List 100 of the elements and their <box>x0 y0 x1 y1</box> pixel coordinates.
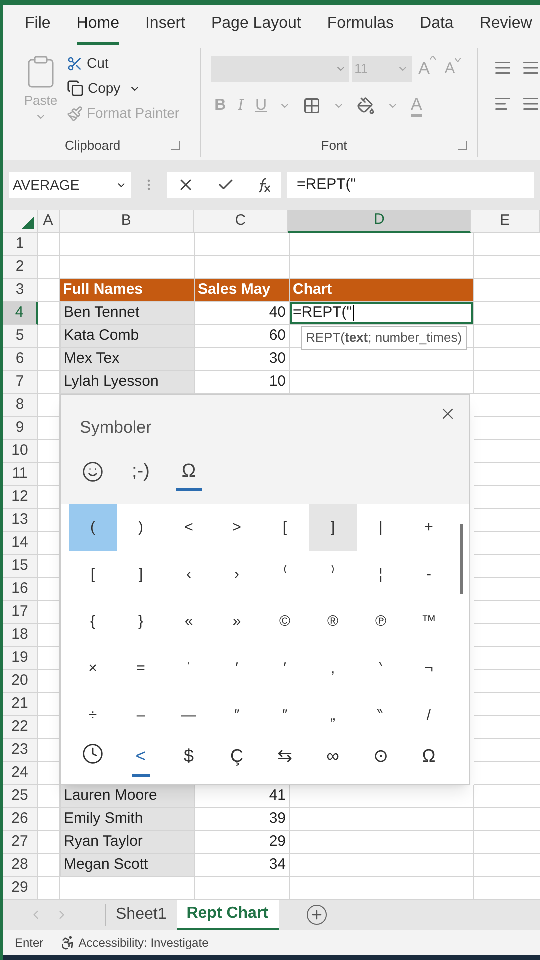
grid-cell[interactable]: Lauren Moore <box>60 785 195 808</box>
symbol-button[interactable]: – <box>117 692 165 740</box>
row-number[interactable]: 16 <box>3 578 38 601</box>
symbol-button[interactable]: › <box>213 551 261 598</box>
grid-cell[interactable]: Mex Tex <box>60 348 195 371</box>
row-number[interactable]: 17 <box>3 601 38 624</box>
column-header[interactable]: C <box>194 210 288 233</box>
grid-cell[interactable] <box>38 233 60 256</box>
add-sheet-button[interactable] <box>306 905 326 925</box>
ribbon-tab[interactable]: Formulas <box>327 12 394 45</box>
grid-cell[interactable]: Lylah Lyesson <box>60 371 195 394</box>
grid-cell[interactable] <box>290 854 474 877</box>
symbol-button[interactable]: × <box>69 645 117 692</box>
symbol-button[interactable]: ‶ <box>357 692 405 740</box>
align-icon[interactable] <box>494 59 512 77</box>
ribbon-tab[interactable]: Insert <box>145 12 186 45</box>
ribbon-tab[interactable]: File <box>25 12 51 45</box>
ribbon-tab[interactable]: Data <box>420 12 454 45</box>
symbol-button[interactable]: ⁾ <box>309 551 357 598</box>
symbol-button[interactable]: ‚ <box>309 645 357 692</box>
sheet-tab[interactable]: Rept Chart <box>176 900 278 930</box>
symbol-button[interactable]: / <box>405 692 453 740</box>
row-number[interactable]: 7 <box>3 371 38 394</box>
align-icon[interactable] <box>522 95 540 113</box>
grid-cell[interactable] <box>290 233 474 256</box>
row-number[interactable]: 19 <box>3 647 38 670</box>
align-icon[interactable] <box>522 59 540 77</box>
grid-cell[interactable]: Ryan Taylor <box>60 831 195 854</box>
grid-cell[interactable]: 39 <box>195 808 290 831</box>
scrollbar[interactable] <box>460 524 463 594</box>
symbol-button[interactable]: ′ <box>261 645 309 692</box>
row-number[interactable]: 3 <box>3 279 38 302</box>
grid-cell[interactable] <box>60 233 195 256</box>
row-number[interactable]: 18 <box>3 624 38 647</box>
row-number[interactable]: 5 <box>3 325 38 348</box>
row-number[interactable]: 22 <box>3 716 38 739</box>
category-tab[interactable]: $ <box>165 739 213 784</box>
symbol-button[interactable]: © <box>261 598 309 646</box>
row-number[interactable]: 12 <box>3 486 38 509</box>
category-tab[interactable]: Ç <box>213 739 261 784</box>
symbol-button[interactable]: ÷ <box>69 692 117 740</box>
ribbon-tab[interactable]: Page Layout <box>211 12 302 45</box>
align-left-icon[interactable] <box>494 95 512 113</box>
symbol-button[interactable]: „ <box>309 692 357 740</box>
row-number[interactable]: 13 <box>3 509 38 532</box>
symbol-button[interactable]: ′ <box>213 645 261 692</box>
column-header[interactable]: D <box>288 210 472 233</box>
symbol-button[interactable]: ″ <box>261 692 309 740</box>
symbol-button[interactable]: [ <box>261 504 309 552</box>
symbol-button[interactable]: = <box>117 645 165 692</box>
insert-function-icon[interactable] <box>257 177 271 193</box>
row-number[interactable]: 27 <box>3 831 38 854</box>
category-tab[interactable]: < <box>117 739 165 784</box>
row-number[interactable]: 29 <box>3 877 38 900</box>
grid-cell[interactable]: 40 <box>195 302 290 325</box>
grid-cell[interactable]: Full Names <box>60 279 195 302</box>
name-box[interactable]: AVERAGE <box>9 172 131 198</box>
column-header[interactable]: B <box>60 210 194 233</box>
row-number[interactable]: 1 <box>3 233 38 256</box>
ribbon-tab[interactable]: Review <box>480 12 532 45</box>
row-number[interactable]: 14 <box>3 532 38 555</box>
grid-cell[interactable]: Chart <box>290 279 474 302</box>
symbol-button[interactable]: — <box>165 692 213 740</box>
grid-cell[interactable]: Sales May <box>195 279 290 302</box>
grid-cell[interactable]: =REPT(" <box>290 302 474 325</box>
symbol-button[interactable]: [ <box>69 551 117 598</box>
row-number[interactable]: 28 <box>3 854 38 877</box>
symbol-button[interactable]: > <box>213 504 261 552</box>
row-number[interactable]: 11 <box>3 463 38 486</box>
grid-cell[interactable]: 34 <box>195 854 290 877</box>
symbol-button[interactable]: ] <box>117 551 165 598</box>
symbol-button[interactable]: ® <box>309 598 357 646</box>
category-tab[interactable]: Ω <box>405 739 453 784</box>
row-number[interactable]: 4 <box>3 302 38 325</box>
formula-field[interactable]: =REPT(" <box>287 172 534 198</box>
category-tab[interactable]: ⇆ <box>261 739 309 784</box>
select-all-icon[interactable] <box>22 217 34 229</box>
row-number[interactable]: 6 <box>3 348 38 371</box>
symbol-button[interactable]: - <box>405 551 453 598</box>
grid-cell[interactable]: 30 <box>195 348 290 371</box>
symbol-button[interactable]: ⁽ <box>261 551 309 598</box>
symbol-button[interactable]: ™ <box>405 598 453 646</box>
row-number[interactable]: 26 <box>3 808 38 831</box>
symbol-button[interactable]: » <box>213 598 261 646</box>
grid-cell[interactable]: Megan Scott <box>60 854 195 877</box>
row-number[interactable]: 25 <box>3 785 38 808</box>
symbol-tab[interactable]: ;-) <box>128 456 154 490</box>
symbol-button[interactable]: { <box>69 598 117 646</box>
row-number[interactable]: 15 <box>3 555 38 578</box>
symbol-button[interactable]: ( <box>69 504 117 552</box>
symbol-button[interactable]: ‹ <box>165 551 213 598</box>
grid-cell[interactable]: Kata Comb <box>60 325 195 348</box>
row-number[interactable]: 24 <box>3 762 38 785</box>
category-tab[interactable]: ∞ <box>309 739 357 784</box>
row-number[interactable]: 21 <box>3 693 38 716</box>
row-number[interactable]: 23 <box>3 739 38 762</box>
symbol-button[interactable]: ¦ <box>357 551 405 598</box>
symbol-button[interactable]: ″ <box>213 692 261 740</box>
symbol-button[interactable]: ‵ <box>357 645 405 692</box>
grid-cell[interactable]: 60 <box>195 325 290 348</box>
